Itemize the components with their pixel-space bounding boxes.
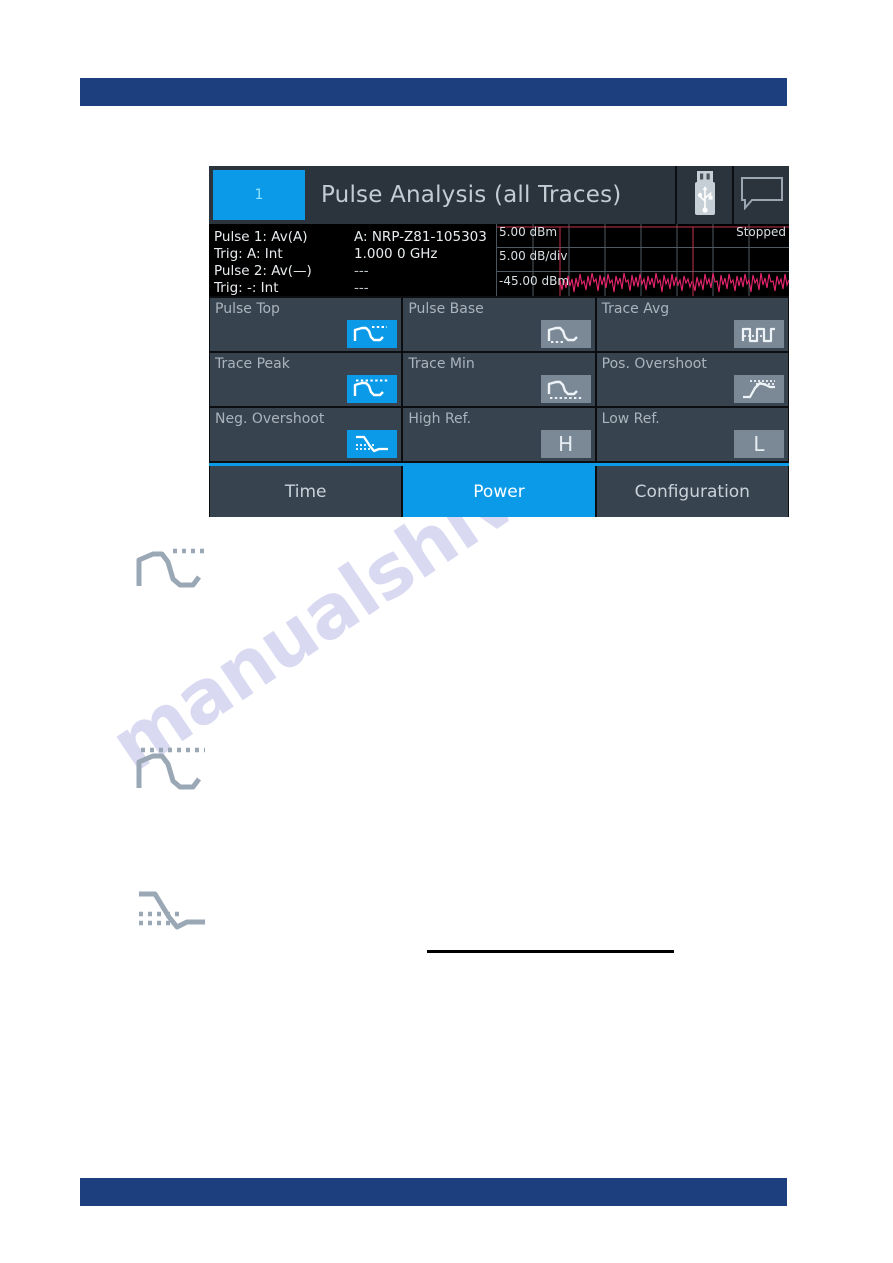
info-label: Trig: A: Int <box>214 245 283 262</box>
neg-overshoot-button[interactable]: Neg. Overshoot <box>210 408 402 461</box>
button-row: Pulse Top Pulse Base Trace Avg <box>210 298 788 351</box>
trace-min-icon[interactable] <box>540 375 591 403</box>
tab-bar: Time Power Configuration <box>209 463 789 517</box>
channel-badge[interactable]: 1 <box>213 170 305 220</box>
measurement-info: Pulse 1: Av(A) A: NRP-Z81-105303 Trig: A… <box>209 224 496 296</box>
pos-overshoot-label: Pos. Overshoot <box>601 356 707 372</box>
tab-time[interactable]: Time <box>210 466 402 517</box>
info-row: Pulse 2: Av(—) --- <box>214 262 496 279</box>
info-value: --- <box>354 262 369 279</box>
info-row: Trig: A: Int 1.000 0 GHz <box>214 245 496 262</box>
high-ref-icon[interactable]: H <box>540 430 591 458</box>
trace-avg-icon[interactable] <box>733 320 784 348</box>
trace-peak-button[interactable]: Trace Peak <box>210 353 402 406</box>
tab-time-label: Time <box>284 481 327 502</box>
usb-stick-icon <box>692 171 718 219</box>
message-button[interactable] <box>732 166 789 224</box>
pulse-top-icon[interactable] <box>347 320 398 348</box>
high-ref-label: High Ref. <box>408 411 472 427</box>
info-label: Trig: -: Int <box>214 279 279 296</box>
pos-overshoot-button[interactable]: Pos. Overshoot <box>596 353 788 406</box>
info-value: 1.000 0 GHz <box>354 245 438 262</box>
trace-display[interactable]: 5.00 dBm 5.00 dB/div -45.00 dBm Stopped <box>496 224 789 296</box>
info-label: Pulse 2: Av(—) <box>214 262 312 279</box>
pulse-base-label: Pulse Base <box>408 301 484 317</box>
speech-bubble-icon <box>740 176 784 214</box>
watermark: manualshive.com <box>96 319 820 980</box>
button-row: Trace Peak Trace Min Pos. Overshoot <box>210 353 788 406</box>
pulse-base-icon[interactable] <box>540 320 591 348</box>
status-info-row: Pulse 1: Av(A) A: NRP-Z81-105303 Trig: A… <box>209 224 789 296</box>
info-label: Pulse 1: Av(A) <box>214 228 308 245</box>
info-value: --- <box>354 279 369 296</box>
pos-overshoot-icon[interactable] <box>733 375 784 403</box>
measurement-button-grid: Pulse Top Pulse Base Trace Avg Trace Pea… <box>209 296 789 461</box>
doc-neg-overshoot-icon <box>133 885 209 935</box>
low-ref-button[interactable]: Low Ref. L <box>596 408 788 461</box>
pulse-base-button[interactable]: Pulse Base <box>403 298 595 351</box>
pulse-top-label: Pulse Top <box>215 301 280 317</box>
button-row: Neg. Overshoot High Ref. H Low Ref. L <box>210 408 788 461</box>
trace-bottom-label: -45.00 dBm <box>499 274 570 288</box>
high-ref-glyph: H <box>558 432 574 456</box>
usb-status-button[interactable] <box>675 166 732 224</box>
trace-peak-label: Trace Peak <box>215 356 290 372</box>
neg-overshoot-icon[interactable] <box>347 430 398 458</box>
channel-badge-label: 1 <box>254 187 264 203</box>
device-header: 1 Pulse Analysis (all Traces) <box>209 166 789 224</box>
device-screenshot-panel: 1 Pulse Analysis (all Traces) Pulse 1: A… <box>209 166 789 517</box>
trace-min-label: Trace Min <box>408 356 475 372</box>
page-title: Pulse Analysis (all Traces) <box>321 182 622 208</box>
page-footer-bar <box>80 1178 787 1206</box>
info-row: Pulse 1: Av(A) A: NRP-Z81-105303 <box>214 228 496 245</box>
tab-power[interactable]: Power <box>403 466 595 517</box>
tab-configuration-label: Configuration <box>634 481 750 502</box>
high-ref-button[interactable]: High Ref. H <box>403 408 595 461</box>
neg-overshoot-label: Neg. Overshoot <box>215 411 325 427</box>
info-row: Trig: -: Int --- <box>214 279 496 296</box>
horizontal-rule <box>427 950 674 953</box>
trace-top-label: 5.00 dBm <box>499 225 558 239</box>
doc-trace-peak-icon <box>133 745 209 795</box>
tab-configuration[interactable]: Configuration <box>596 466 788 517</box>
trace-div-label: 5.00 dB/div <box>499 249 568 263</box>
trace-min-button[interactable]: Trace Min <box>403 353 595 406</box>
tab-power-label: Power <box>473 481 525 502</box>
low-ref-icon[interactable]: L <box>733 430 784 458</box>
trace-avg-label: Trace Avg <box>601 301 670 317</box>
doc-pulse-top-icon <box>133 543 209 593</box>
low-ref-label: Low Ref. <box>601 411 660 427</box>
pulse-top-button[interactable]: Pulse Top <box>210 298 402 351</box>
trace-avg-button[interactable]: Trace Avg <box>596 298 788 351</box>
page-header-bar <box>80 78 787 106</box>
status-badge: Stopped <box>736 225 786 239</box>
info-value: A: NRP-Z81-105303 <box>354 228 487 245</box>
low-ref-glyph: L <box>753 432 765 456</box>
trace-peak-icon[interactable] <box>347 375 398 403</box>
